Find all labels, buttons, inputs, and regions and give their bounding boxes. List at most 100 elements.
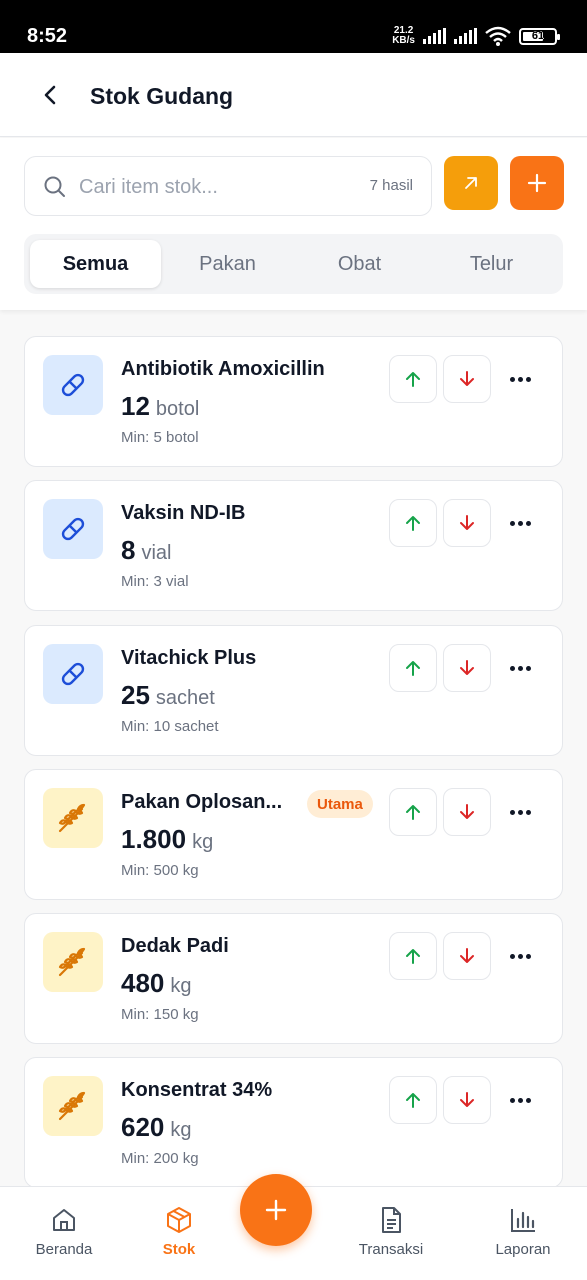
item-thumb — [43, 499, 103, 559]
battery-icon: 61 — [519, 27, 560, 45]
stock-in-button[interactable] — [389, 355, 437, 403]
signal-icon — [423, 28, 446, 44]
net-speed-unit: KB/s — [392, 35, 415, 46]
box-icon — [167, 1207, 191, 1233]
pill-icon — [61, 517, 85, 541]
item-qty-value: 1.800 — [121, 824, 187, 854]
stock-out-button[interactable] — [443, 932, 491, 980]
item-qty-unit: kg — [192, 831, 214, 853]
pill-icon — [61, 662, 85, 686]
item-name: Pakan Oplosan... — [121, 791, 283, 813]
arrow-down-icon — [460, 948, 474, 963]
more-options-icon[interactable] — [503, 1088, 537, 1112]
stock-list: Antibiotik Amoxicillin 12 botol Min: 5 bo… — [0, 310, 587, 1186]
item-qty-unit: vial — [141, 542, 172, 564]
controls-panel: 7 hasil Semua Pakan Obat Telur — [0, 138, 587, 310]
item-min-stock: Min: 5 botol — [121, 429, 199, 446]
stock-out-button[interactable] — [443, 788, 491, 836]
arrow-up-icon — [406, 1093, 420, 1108]
nav-label: Transaksi — [358, 1241, 424, 1258]
search-box[interactable]: 7 hasil — [24, 156, 432, 216]
item-qty-value: 480 — [121, 968, 165, 998]
stock-in-button[interactable] — [389, 644, 437, 692]
stock-card[interactable]: Pakan Oplosan... Utama 1.800 kg Min: 500 … — [24, 769, 563, 900]
item-quantity: 8 vial — [121, 535, 171, 566]
item-name: Vaksin ND-IB — [121, 502, 246, 524]
wheat-icon — [58, 947, 86, 977]
status-time: 8:52 — [27, 25, 68, 47]
nav-beranda[interactable]: Beranda — [14, 1205, 114, 1258]
add-item-button[interactable] — [510, 156, 564, 210]
item-thumb — [43, 932, 103, 992]
item-thumb — [43, 644, 103, 704]
stock-in-button[interactable] — [389, 932, 437, 980]
stock-out-button[interactable] — [443, 1076, 491, 1124]
item-qty-unit: sachet — [155, 687, 215, 709]
nav-transaksi[interactable]: Transaksi — [341, 1205, 441, 1258]
tab-pakan[interactable]: Pakan — [162, 240, 293, 288]
result-count: 7 hasil — [369, 177, 413, 194]
item-quantity: 480 kg — [121, 968, 192, 999]
battery-level: 61 — [531, 30, 545, 42]
arrow-down-icon — [460, 660, 474, 675]
net-speed: 21.2 KB/s — [392, 26, 415, 46]
arrow-up-icon — [406, 949, 420, 964]
tab-telur[interactable]: Telur — [426, 240, 557, 288]
wheat-icon — [58, 1091, 86, 1121]
document-icon — [382, 1207, 401, 1233]
stock-card[interactable]: Konsentrat 34% 620 kg Min: 200 kg — [24, 1057, 563, 1186]
back-button[interactable] — [38, 83, 62, 107]
search-input[interactable] — [79, 171, 349, 203]
arrow-down-icon — [460, 804, 474, 819]
primary-badge: Utama — [307, 790, 373, 818]
app-header: Stok Gudang — [0, 53, 587, 137]
stock-out-button[interactable] — [443, 355, 491, 403]
more-options-icon[interactable] — [503, 367, 537, 391]
export-button[interactable] — [444, 156, 498, 210]
nav-laporan[interactable]: Laporan — [473, 1205, 573, 1258]
item-qty-value: 620 — [121, 1112, 165, 1142]
stock-out-button[interactable] — [443, 644, 491, 692]
item-quantity: 12 botol — [121, 391, 199, 422]
item-min-stock: Min: 150 kg — [121, 1006, 199, 1023]
more-options-icon[interactable] — [503, 656, 537, 680]
signal-icon — [454, 28, 477, 44]
page-title: Stok Gudang — [90, 83, 234, 109]
tab-semua[interactable]: Semua — [30, 240, 161, 288]
item-name: Vitachick Plus — [121, 647, 257, 669]
item-qty-value: 8 — [121, 535, 136, 565]
stock-out-button[interactable] — [443, 499, 491, 547]
item-quantity: 1.800 kg — [121, 824, 213, 855]
more-options-icon[interactable] — [503, 511, 537, 535]
item-qty-unit: botol — [155, 398, 200, 420]
stock-card[interactable]: Vaksin ND-IB 8 vial Min: 3 vial — [24, 480, 563, 611]
stock-card[interactable]: Dedak Padi 480 kg Min: 150 kg — [24, 913, 563, 1044]
item-qty-unit: kg — [170, 975, 192, 997]
more-options-icon[interactable] — [503, 800, 537, 824]
nav-label: Laporan — [495, 1241, 551, 1258]
item-min-stock: Min: 3 vial — [121, 573, 189, 590]
stock-in-button[interactable] — [389, 788, 437, 836]
stock-card[interactable]: Antibiotik Amoxicillin 12 botol Min: 5 bo… — [24, 336, 563, 467]
item-thumb — [43, 355, 103, 415]
stock-in-button[interactable] — [389, 1076, 437, 1124]
more-options-icon[interactable] — [503, 944, 537, 968]
tab-obat[interactable]: Obat — [294, 240, 425, 288]
item-thumb — [43, 788, 103, 848]
stock-card[interactable]: Vitachick Plus 25 sachet Min: 10 sachet — [24, 625, 563, 756]
fab-add-button[interactable] — [240, 1174, 312, 1246]
nav-label: Stok — [162, 1241, 196, 1258]
nav-label: Beranda — [35, 1241, 93, 1258]
item-min-stock: Min: 500 kg — [121, 862, 199, 879]
item-quantity: 620 kg — [121, 1112, 192, 1143]
item-qty-value: 25 — [121, 680, 150, 710]
pill-icon — [61, 373, 85, 397]
stock-in-button[interactable] — [389, 499, 437, 547]
wifi-icon — [485, 26, 511, 46]
category-tabs: Semua Pakan Obat Telur — [24, 234, 563, 294]
arrow-up-icon — [406, 805, 420, 820]
item-name: Konsentrat 34% — [121, 1079, 273, 1101]
nav-stok[interactable]: Stok — [129, 1205, 229, 1258]
item-quantity: 25 sachet — [121, 680, 215, 711]
chevron-left-icon — [44, 85, 56, 105]
